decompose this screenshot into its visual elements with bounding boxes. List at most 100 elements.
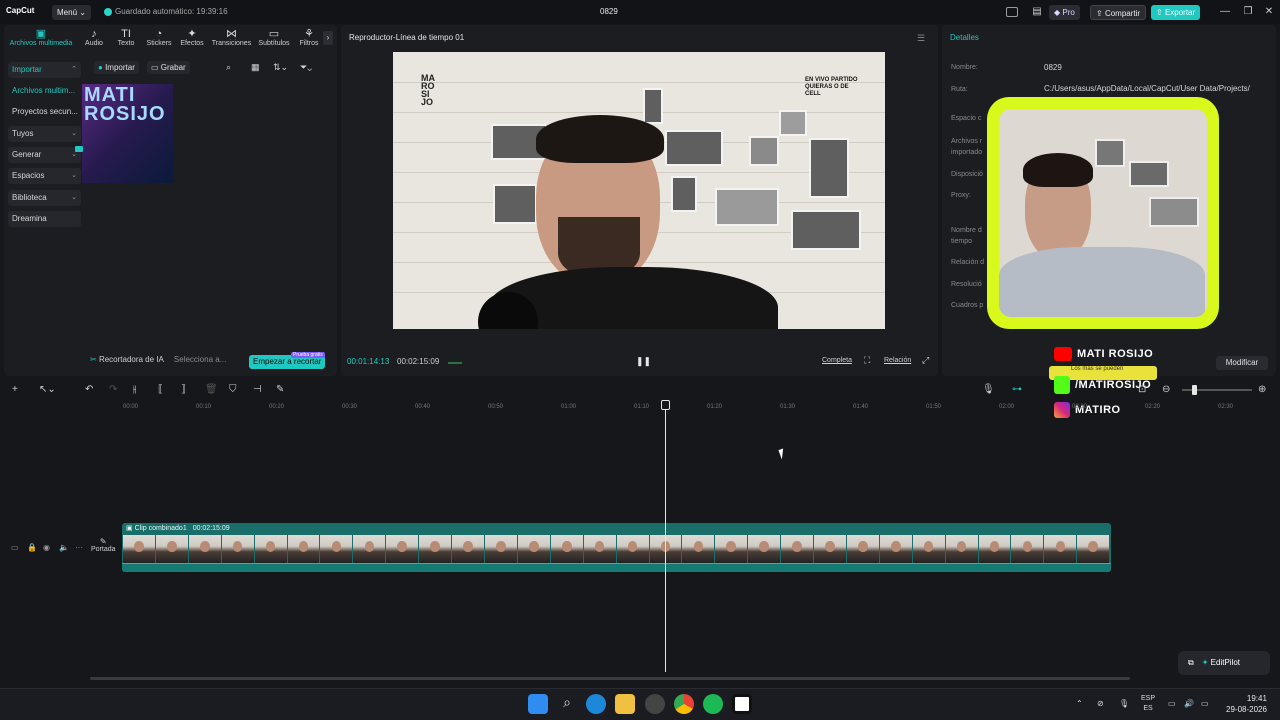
preview-axis-icon[interactable]: ⊡: [1138, 384, 1146, 395]
minimize-icon[interactable]: —: [1218, 5, 1232, 19]
select-tool-icon[interactable]: ↖⌄: [39, 384, 56, 395]
ai-select-text[interactable]: Selecciona a...: [174, 355, 226, 364]
tab-filters[interactable]: ⚘ Filtros: [297, 28, 321, 47]
export-button[interactable]: ⇧ Exportar: [1151, 5, 1201, 20]
autosave-status: Guardado automático: 19:39:16: [104, 7, 228, 16]
search-icon[interactable]: ⌕: [226, 62, 231, 73]
tab-effects[interactable]: ✦ Efectos: [178, 28, 206, 47]
redo-icon[interactable]: ↷: [109, 384, 117, 395]
link-icon[interactable]: ⊶: [1012, 384, 1022, 395]
tab-stickers[interactable]: ◔ Stickers: [145, 28, 173, 47]
zoom-slider-handle[interactable]: [1192, 385, 1197, 395]
volume-icon[interactable]: 🔊: [1184, 699, 1194, 708]
autosave-icon: [104, 7, 112, 16]
chevron-right-icon[interactable]: ›: [323, 31, 333, 45]
edge-icon[interactable]: [586, 694, 606, 714]
chevron-down-icon: ⌄: [71, 130, 77, 137]
network-off-icon[interactable]: ⊘: [1097, 699, 1104, 708]
filter-icon: ⚘: [304, 28, 314, 40]
sidebar-item-spaces[interactable]: Espacios ⌄: [8, 168, 81, 184]
more-icon[interactable]: ···: [75, 543, 83, 552]
chrome-icon[interactable]: [674, 694, 694, 714]
timeline-ruler[interactable]: [88, 400, 1280, 414]
filter-icon[interactable]: ⏷⌄: [300, 62, 312, 73]
detail-label-layout: Disposició: [951, 171, 983, 178]
pencil-icon: ✎: [99, 537, 107, 546]
spotify-icon[interactable]: [703, 694, 723, 714]
layout-icon[interactable]: [1006, 7, 1018, 17]
sidebar-item-sub-projects[interactable]: Proyectos secun...: [8, 104, 81, 120]
pro-button[interactable]: ◆ Pro: [1049, 5, 1080, 20]
record-button[interactable]: ▭ Grabar: [147, 61, 190, 74]
crop-icon[interactable]: ⛶: [864, 355, 870, 366]
video-preview[interactable]: MA RO SI JO EN VIVO PARTIDO QUIERAS O DE CE…: [393, 52, 885, 329]
split-left-icon[interactable]: ⟦: [158, 384, 163, 395]
add-track-icon[interactable]: +: [12, 384, 18, 395]
clip-frame: [748, 535, 782, 563]
system-clock[interactable]: 19:41 29-08-2026: [1226, 693, 1267, 715]
webcam-sweater: [999, 247, 1205, 317]
timeline-scrollbar[interactable]: [90, 677, 1130, 680]
tab-media[interactable]: ▣ Archivos multimedia: [7, 28, 75, 47]
sidebar-item-media-files[interactable]: Archivos multim...: [8, 83, 81, 99]
video-clip[interactable]: [122, 523, 1111, 572]
freeze-icon[interactable]: ⊣: [253, 384, 262, 395]
editpilot-button[interactable]: ⧉ ✦ EditPilot: [1178, 651, 1270, 675]
import-button[interactable]: ● Importar: [94, 61, 139, 74]
capcut-icon[interactable]: [732, 694, 752, 714]
close-icon[interactable]: ✕: [1262, 5, 1276, 19]
shortcuts-icon[interactable]: ▤: [1030, 5, 1044, 19]
sidebar-item-dreamina[interactable]: Dreamina: [8, 211, 81, 227]
sidebar-item-library[interactable]: Biblioteca ⌄: [8, 190, 81, 206]
file-explorer-icon[interactable]: [615, 694, 635, 714]
ratio-button[interactable]: Relación: [884, 357, 911, 364]
undo-icon[interactable]: ↶: [85, 384, 93, 395]
sort-icon[interactable]: ⇅⌄: [273, 62, 288, 73]
track-cover-icon[interactable]: ▭: [11, 543, 19, 552]
pause-icon[interactable]: ❚❚: [636, 356, 651, 367]
modify-button[interactable]: Modificar: [1216, 356, 1268, 370]
battery-icon[interactable]: ▭: [1201, 699, 1209, 708]
player-title: Reproductor-Línea de tiempo 01: [349, 33, 465, 42]
sidebar-item-yours[interactable]: Tuyos ⌄: [8, 126, 81, 142]
tab-audio[interactable]: ♪ Audio: [82, 28, 106, 47]
shield-icon[interactable]: ⛉: [229, 384, 237, 395]
fullscreen-icon[interactable]: ⤢: [922, 355, 929, 366]
tab-transitions[interactable]: ⋈ Transiciones: [210, 28, 253, 47]
microphone-icon[interactable]: 🎙: [982, 384, 995, 395]
share-button[interactable]: ⇪ Compartir: [1090, 5, 1147, 20]
grid-view-icon[interactable]: ▦: [251, 62, 260, 73]
zoom-in-icon[interactable]: ⊕: [1258, 384, 1266, 395]
media-icon: ▣: [35, 28, 47, 40]
speaker-icon[interactable]: 🔈: [59, 543, 69, 552]
monitor-icon[interactable]: ▭: [1168, 699, 1176, 708]
eye-icon[interactable]: ◉: [43, 543, 50, 552]
playhead-handle[interactable]: [661, 400, 670, 410]
magic-icon[interactable]: ✎: [276, 384, 284, 395]
media-thumbnail[interactable]: MATI ROSIJO: [82, 84, 173, 183]
split-icon[interactable]: ⫲: [133, 384, 136, 395]
maximize-icon[interactable]: ❐: [1241, 5, 1255, 19]
chevron-up-icon[interactable]: ⌃: [1076, 699, 1083, 708]
zoom-out-icon[interactable]: ⊖: [1162, 384, 1170, 395]
playhead[interactable]: [665, 402, 666, 672]
obs-icon[interactable]: [645, 694, 665, 714]
clip-label: ▣ Clip combinado1 00:02:15:09: [126, 524, 230, 532]
tab-text[interactable]: TI Texto: [114, 28, 138, 47]
effects-icon: ✦: [187, 28, 197, 40]
full-button[interactable]: Completa: [822, 357, 852, 364]
menu-button[interactable]: Menú ⌄: [52, 5, 91, 20]
sidebar-import[interactable]: Importar ⌃: [8, 62, 81, 78]
split-right-icon[interactable]: ⟧: [181, 384, 186, 395]
mouse-cursor: [778, 448, 787, 460]
delete-icon[interactable]: 🗑: [205, 384, 218, 395]
tab-subtitles[interactable]: ▭ Subtítulos: [256, 28, 292, 47]
search-icon[interactable]: ⌕: [557, 694, 577, 714]
menu-icon[interactable]: ☰: [917, 33, 925, 44]
cover-button[interactable]: ✎ Portada: [91, 537, 116, 553]
lock-icon[interactable]: 🔒: [27, 543, 37, 552]
microphone-icon[interactable]: 🎙: [1119, 699, 1129, 708]
sidebar-item-generate[interactable]: Generar ⌄: [8, 147, 81, 163]
language-indicator[interactable]: ESP ES: [1141, 694, 1155, 714]
windows-start-icon[interactable]: [528, 694, 548, 714]
